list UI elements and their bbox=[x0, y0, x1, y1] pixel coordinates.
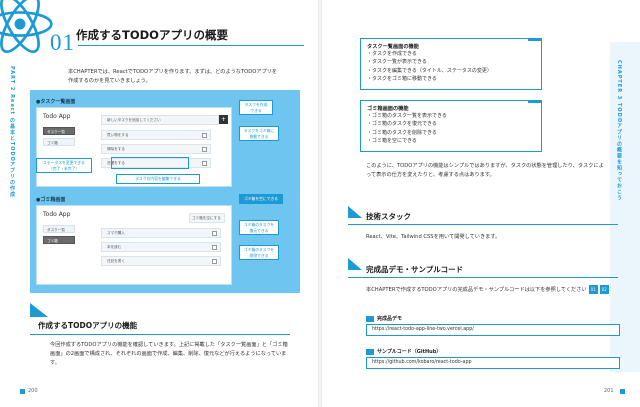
code-link-label: サンプルコード（GitHub） bbox=[366, 348, 441, 355]
trash-icon[interactable] bbox=[202, 161, 207, 166]
demo-body: 本CHAPTERで作成するTODOアプリの完成品デモ・サンプルコードは以下を参照… bbox=[366, 285, 609, 294]
section-rule bbox=[30, 334, 290, 335]
callout-move-trash: タスクをゴミ箱に移動できる bbox=[239, 126, 279, 141]
demo-title: 完成品デモ・サンプルコード bbox=[366, 265, 464, 274]
page-number: 201 bbox=[604, 388, 614, 394]
empty-trash-button[interactable]: ゴミ箱を空にする bbox=[189, 213, 225, 223]
add-task-button[interactable]: + bbox=[219, 115, 228, 124]
chapter-title-rule bbox=[78, 45, 304, 46]
callout-delete: ゴミ箱のタスクを削除できる bbox=[239, 245, 279, 260]
list-features-title: タスク一覧画面の機能 bbox=[367, 44, 419, 50]
app-title: Todo App bbox=[43, 211, 71, 218]
task-row[interactable]: 掃除をする bbox=[101, 144, 211, 154]
intro-paragraph: 本CHAPTERでは、ReactでTODOアプリを作ります。まずは、どのようなT… bbox=[68, 69, 278, 84]
ref-badge: 01 bbox=[588, 285, 598, 294]
trash-screen-panel: Todo App タスク一覧 ゴミ箱 ゴミ箱を空にする スマホ購入 本を読む 日… bbox=[36, 205, 232, 285]
tech-stack-title: 技術スタック bbox=[366, 212, 411, 221]
app-title: Todo App bbox=[43, 113, 71, 120]
book-spread: PART 2 React の基本とTODOアプリの作成 01 作成するTODOア… bbox=[0, 0, 640, 407]
list-feature-item: タスクを作成できる bbox=[367, 50, 535, 58]
section-body: 今回作成するTODOアプリの機能を確認していきます。上記に掲載した「タスク一覧画… bbox=[50, 342, 288, 366]
right-page: CHAPTER 3 TODOアプリの概要を知っておこう タスク一覧画面の機能 タ… bbox=[322, 0, 640, 407]
ref-badge: 02 bbox=[599, 285, 609, 294]
task-row[interactable]: 買い物をする bbox=[101, 130, 211, 140]
delete-icon[interactable] bbox=[212, 245, 217, 250]
trash-feature-item: ゴミ箱のタスク一覧を表示できる bbox=[367, 112, 535, 120]
callout-create: タスクを作成できる bbox=[239, 100, 273, 115]
chapter-number: 01 bbox=[50, 30, 75, 55]
delete-icon[interactable] bbox=[212, 231, 217, 236]
page-marker bbox=[20, 389, 25, 394]
trash-feature-item: ゴミ箱を空にできる bbox=[367, 137, 535, 145]
tech-rule bbox=[348, 224, 618, 225]
link-tag-icon bbox=[366, 348, 374, 355]
list-feature-item: タスクをゴミ箱に移動できる bbox=[367, 75, 535, 83]
trash-features-box: ゴミ箱画面の機能 ゴミ箱のタスク一覧を表示できる ゴミ箱のタスクを復元できる ゴ… bbox=[360, 100, 542, 152]
edit-highlight bbox=[111, 157, 189, 169]
chapter-title: 作成するTODOアプリの概要 bbox=[76, 28, 228, 42]
delete-icon[interactable] bbox=[212, 259, 217, 264]
nav-trash-button[interactable]: ゴミ箱 bbox=[43, 138, 75, 146]
demo-link-label: 完成品デモ bbox=[366, 315, 402, 322]
app-mockup-figure: ●タスク一覧画面 Todo App タスク一覧 ゴミ箱 新しいタスクを追加してく… bbox=[30, 90, 300, 293]
nav-tasks-button[interactable]: タスク一覧 bbox=[43, 127, 75, 135]
callout-toggle-status: ステータスを変更できる（完了・未完了） bbox=[36, 158, 92, 173]
trash-row[interactable]: 日記を書く bbox=[101, 256, 221, 266]
link-tag-icon bbox=[366, 315, 374, 322]
trash-features-title: ゴミ箱画面の機能 bbox=[367, 106, 409, 112]
section-title: 作成するTODOアプリの機能 bbox=[38, 321, 138, 330]
page-marker bbox=[620, 389, 625, 394]
page-number: 200 bbox=[28, 388, 38, 394]
trash-screen-heading: ●ゴミ箱画面 bbox=[36, 197, 66, 203]
nav-tasks-button[interactable]: タスク一覧 bbox=[43, 225, 75, 233]
callout-restore: ゴミ箱のタスクを復元できる bbox=[239, 220, 279, 235]
trash-row[interactable]: スマホ購入 bbox=[101, 228, 221, 238]
callout-edit-content: タスクの内容を編集できる bbox=[116, 174, 200, 184]
left-page: PART 2 React の基本とTODOアプリの作成 01 作成するTODOア… bbox=[0, 0, 318, 407]
callout-empty-trash: ゴミ箱を空にできる bbox=[239, 194, 283, 204]
part-side-label: PART 2 React の基本とTODOアプリの作成 bbox=[9, 66, 15, 198]
trash-icon[interactable] bbox=[202, 133, 207, 138]
new-task-input[interactable]: 新しいタスクを追加してください bbox=[101, 115, 219, 125]
code-url[interactable]: https://github.com/kobaro/react-todo-app bbox=[366, 357, 620, 369]
tech-stack-body: React、Vite、Tailwind CSSを用いて開発していきます。 bbox=[366, 234, 501, 240]
chapter-tab-strip bbox=[610, 42, 640, 372]
demo-heading-marker bbox=[348, 258, 362, 270]
summary-paragraph: このように、TODOアプリの機能はシンプルではありますが、タスクの状態を管理した… bbox=[366, 163, 604, 178]
list-feature-item: タスクを編集できる（タイトル、ステータスの変更） bbox=[367, 67, 535, 75]
tech-heading-marker bbox=[348, 206, 362, 218]
list-features-box: タスク一覧画面の機能 タスクを作成できる タスク一覧が表示できる タスクを編集で… bbox=[360, 38, 542, 90]
list-feature-item: タスク一覧が表示できる bbox=[367, 58, 535, 66]
trash-row[interactable]: 本を読む bbox=[101, 242, 221, 252]
list-screen-heading: ●タスク一覧画面 bbox=[36, 99, 76, 105]
demo-url[interactable]: https://react-todo-app-line-two.vercel.a… bbox=[366, 324, 620, 336]
react-logo-icon bbox=[0, 0, 53, 54]
trash-feature-item: ゴミ箱のタスクを削除できる bbox=[367, 129, 535, 137]
demo-rule bbox=[348, 277, 618, 278]
trash-icon[interactable] bbox=[202, 147, 207, 152]
chapter-side-label: CHAPTER 3 TODOアプリの概要を知っておこう bbox=[616, 60, 622, 202]
trash-feature-item: ゴミ箱のタスクを復元できる bbox=[367, 120, 535, 128]
nav-trash-button[interactable]: ゴミ箱 bbox=[43, 236, 75, 244]
